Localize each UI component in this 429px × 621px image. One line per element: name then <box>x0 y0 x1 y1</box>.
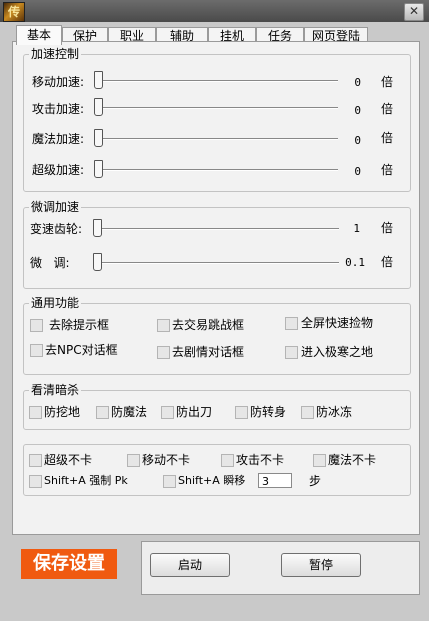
force-pk-checkbox[interactable] <box>29 475 42 488</box>
remove-tip-checkbox[interactable] <box>30 319 43 332</box>
anti-magic-checkbox[interactable] <box>96 406 109 419</box>
super-speed-track <box>96 169 338 171</box>
misc-options-group <box>23 444 411 496</box>
group-title: 看清暗杀 <box>29 382 82 398</box>
fast-pickup-label: 全屏快速捡物 <box>301 316 374 330</box>
group-title: 加速控制 <box>29 46 82 62</box>
super-no-lag-label: 超级不卡 <box>44 453 93 467</box>
magic-speed-label: 魔法加速: <box>32 132 85 146</box>
remove-trade-label: 去交易跳战框 <box>172 318 245 332</box>
magic-speed-track <box>96 138 338 140</box>
fine-tune-value: 0.1 <box>345 256 365 269</box>
frozen-land-label: 进入极寒之地 <box>301 345 374 359</box>
remove-npc-label: 去NPC对话框 <box>45 343 118 357</box>
magic-speed-value: 0 <box>354 134 361 147</box>
teleport-checkbox[interactable] <box>163 475 176 488</box>
anti-dig-label: 防挖地 <box>44 405 81 419</box>
anti-freeze-checkbox[interactable] <box>301 406 314 419</box>
close-icon: ✕ <box>409 4 420 18</box>
move-speed-unit: 倍 <box>381 75 394 89</box>
remove-story-checkbox[interactable] <box>157 346 170 359</box>
super-speed-slider[interactable] <box>94 160 103 178</box>
fine-tune-track <box>95 262 339 264</box>
anti-blade-label: 防出刀 <box>176 405 213 419</box>
teleport-steps-input[interactable]: 3 <box>258 473 292 488</box>
gear-speed-unit: 倍 <box>381 221 394 235</box>
fine-tune-unit: 倍 <box>381 255 394 269</box>
magic-no-lag-label: 魔法不卡 <box>328 453 377 467</box>
attack-speed-track <box>96 107 338 109</box>
gear-speed-label: 变速齿轮: <box>30 222 83 236</box>
magic-speed-unit: 倍 <box>381 131 394 145</box>
super-speed-label: 超级加速: <box>32 163 85 177</box>
super-speed-value: 0 <box>354 165 361 178</box>
general-functions-group: 通用功能 <box>23 295 411 375</box>
anti-magic-label: 防魔法 <box>111 405 148 419</box>
move-speed-slider[interactable] <box>94 71 103 89</box>
pause-button[interactable]: 暂停 <box>281 553 361 577</box>
fine-tune-label: 微 调: <box>30 256 70 270</box>
save-settings-button[interactable]: 保存设置 <box>21 549 117 579</box>
anti-blade-checkbox[interactable] <box>161 406 174 419</box>
remove-npc-checkbox[interactable] <box>30 344 43 357</box>
anti-freeze-label: 防冰冻 <box>316 405 353 419</box>
attack-speed-label: 攻击加速: <box>32 102 85 116</box>
gear-speed-track <box>95 228 339 230</box>
start-button[interactable]: 启动 <box>150 553 230 577</box>
anti-turn-label: 防转身 <box>250 405 287 419</box>
attack-no-lag-label: 攻击不卡 <box>236 453 285 467</box>
title-bar: 传 ✕ <box>0 0 429 22</box>
attack-no-lag-checkbox[interactable] <box>221 454 234 467</box>
logo-glyph: 传 <box>8 5 21 19</box>
gear-speed-value: 1 <box>353 222 360 235</box>
tab-basic[interactable]: 基本 <box>16 25 62 45</box>
fast-pickup-checkbox[interactable] <box>285 317 298 330</box>
move-speed-track <box>96 80 338 82</box>
magic-speed-slider[interactable] <box>94 129 103 147</box>
gear-speed-slider[interactable] <box>93 219 102 237</box>
fine-tune-slider[interactable] <box>93 253 102 271</box>
attack-speed-value: 0 <box>354 104 361 117</box>
move-speed-value: 0 <box>354 76 361 89</box>
close-button[interactable]: ✕ <box>404 3 424 21</box>
anti-turn-checkbox[interactable] <box>235 406 248 419</box>
app-logo-icon: 传 <box>3 2 25 22</box>
attack-speed-unit: 倍 <box>381 102 394 116</box>
group-title: 通用功能 <box>29 295 82 311</box>
move-no-lag-label: 移动不卡 <box>142 453 191 467</box>
teleport-label: Shift+A 瞬移 <box>178 474 246 487</box>
force-pk-label: Shift+A 强制 Pk <box>44 474 128 487</box>
remove-tip-label: 去除提示框 <box>49 318 110 332</box>
remove-trade-checkbox[interactable] <box>157 319 170 332</box>
attack-speed-slider[interactable] <box>94 98 103 116</box>
remove-story-label: 去剧情对话框 <box>172 345 245 359</box>
anti-dig-checkbox[interactable] <box>29 406 42 419</box>
super-no-lag-checkbox[interactable] <box>29 454 42 467</box>
move-no-lag-checkbox[interactable] <box>127 454 140 467</box>
steps-unit-label: 步 <box>309 474 322 488</box>
super-speed-unit: 倍 <box>381 163 394 177</box>
frozen-land-checkbox[interactable] <box>285 346 298 359</box>
group-title: 微调加速 <box>29 199 82 215</box>
move-speed-label: 移动加速: <box>32 75 85 89</box>
see-assassin-group: 看清暗杀 <box>23 382 411 430</box>
magic-no-lag-checkbox[interactable] <box>313 454 326 467</box>
fine-tune-group: 微调加速 <box>23 199 411 289</box>
